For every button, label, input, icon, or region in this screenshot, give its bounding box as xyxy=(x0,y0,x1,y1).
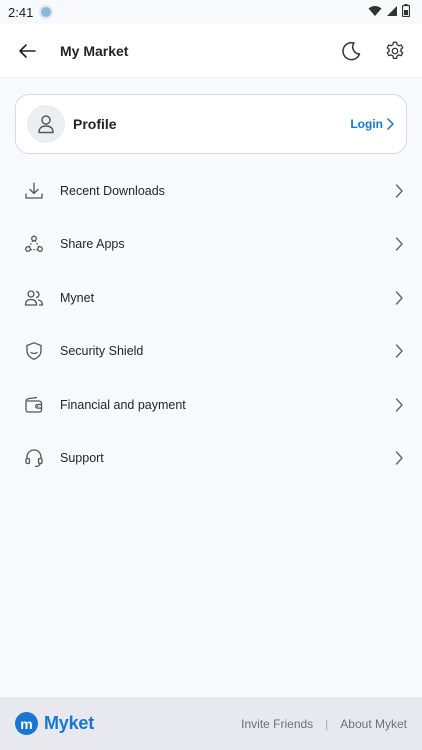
avatar xyxy=(27,105,65,143)
wifi-icon xyxy=(368,5,382,20)
arrow-left-icon xyxy=(19,43,36,58)
menu-item-mynet[interactable]: Mynet xyxy=(0,271,422,325)
profile-label: Profile xyxy=(73,116,117,132)
menu-item-recent-downloads[interactable]: Recent Downloads xyxy=(0,164,422,218)
myket-logo-icon: m xyxy=(15,712,38,735)
shield-icon xyxy=(24,341,44,361)
profile-card[interactable]: Profile Login xyxy=(15,94,407,154)
status-right xyxy=(368,4,411,20)
back-button[interactable] xyxy=(16,40,38,62)
status-left: 2:41 xyxy=(8,4,54,20)
invite-friends-link[interactable]: Invite Friends xyxy=(241,717,313,731)
status-bar: 2:41 xyxy=(0,0,422,24)
chevron-right-icon xyxy=(392,344,406,358)
app-bar: My Market xyxy=(0,24,422,78)
headset-icon xyxy=(24,448,44,468)
footer-separator: | xyxy=(325,716,329,731)
menu-label: Share Apps xyxy=(60,237,125,252)
brand: m Myket xyxy=(15,712,94,735)
menu-item-security-shield[interactable]: Security Shield xyxy=(0,325,422,379)
moon-icon xyxy=(342,41,361,60)
menu-label: Security Shield xyxy=(60,344,144,359)
wallet-icon xyxy=(24,395,44,415)
login-button[interactable]: Login xyxy=(350,117,394,131)
footer: m Myket Invite Friends | About Myket xyxy=(0,697,422,750)
settings-button[interactable] xyxy=(384,40,406,62)
chevron-right-icon xyxy=(392,184,406,198)
share-icon xyxy=(24,234,44,254)
footer-links: Invite Friends | About Myket xyxy=(241,717,407,731)
chevron-right-icon xyxy=(392,451,406,465)
menu-label: Financial and payment xyxy=(60,397,186,412)
brand-name: Myket xyxy=(44,713,95,733)
menu-label: Mynet xyxy=(60,290,95,305)
gear-icon xyxy=(386,41,404,59)
night-mode-button[interactable] xyxy=(340,40,362,62)
chevron-right-icon xyxy=(392,291,406,305)
battery-icon xyxy=(401,4,411,20)
menu-list: Recent Downloads Share Apps Mynet Securi… xyxy=(0,164,422,485)
menu-item-share-apps[interactable]: Share Apps xyxy=(0,218,422,272)
signal-icon xyxy=(386,5,398,20)
page-title: My Market xyxy=(60,42,129,59)
about-myket-link[interactable]: About Myket xyxy=(340,717,407,731)
app-bar-actions xyxy=(340,40,406,62)
menu-item-financial-payment[interactable]: Financial and payment xyxy=(0,378,422,432)
chevron-right-icon xyxy=(387,118,394,130)
login-label: Login xyxy=(350,117,383,131)
app-notification-icon xyxy=(39,5,54,19)
status-time: 2:41 xyxy=(8,4,34,20)
menu-item-support[interactable]: Support xyxy=(0,432,422,486)
people-icon xyxy=(24,288,44,308)
user-icon xyxy=(38,115,54,134)
menu-label: Support xyxy=(60,451,104,466)
chevron-right-icon xyxy=(392,237,406,251)
download-icon xyxy=(24,181,44,201)
menu-label: Recent Downloads xyxy=(60,183,165,198)
chevron-right-icon xyxy=(392,398,406,412)
